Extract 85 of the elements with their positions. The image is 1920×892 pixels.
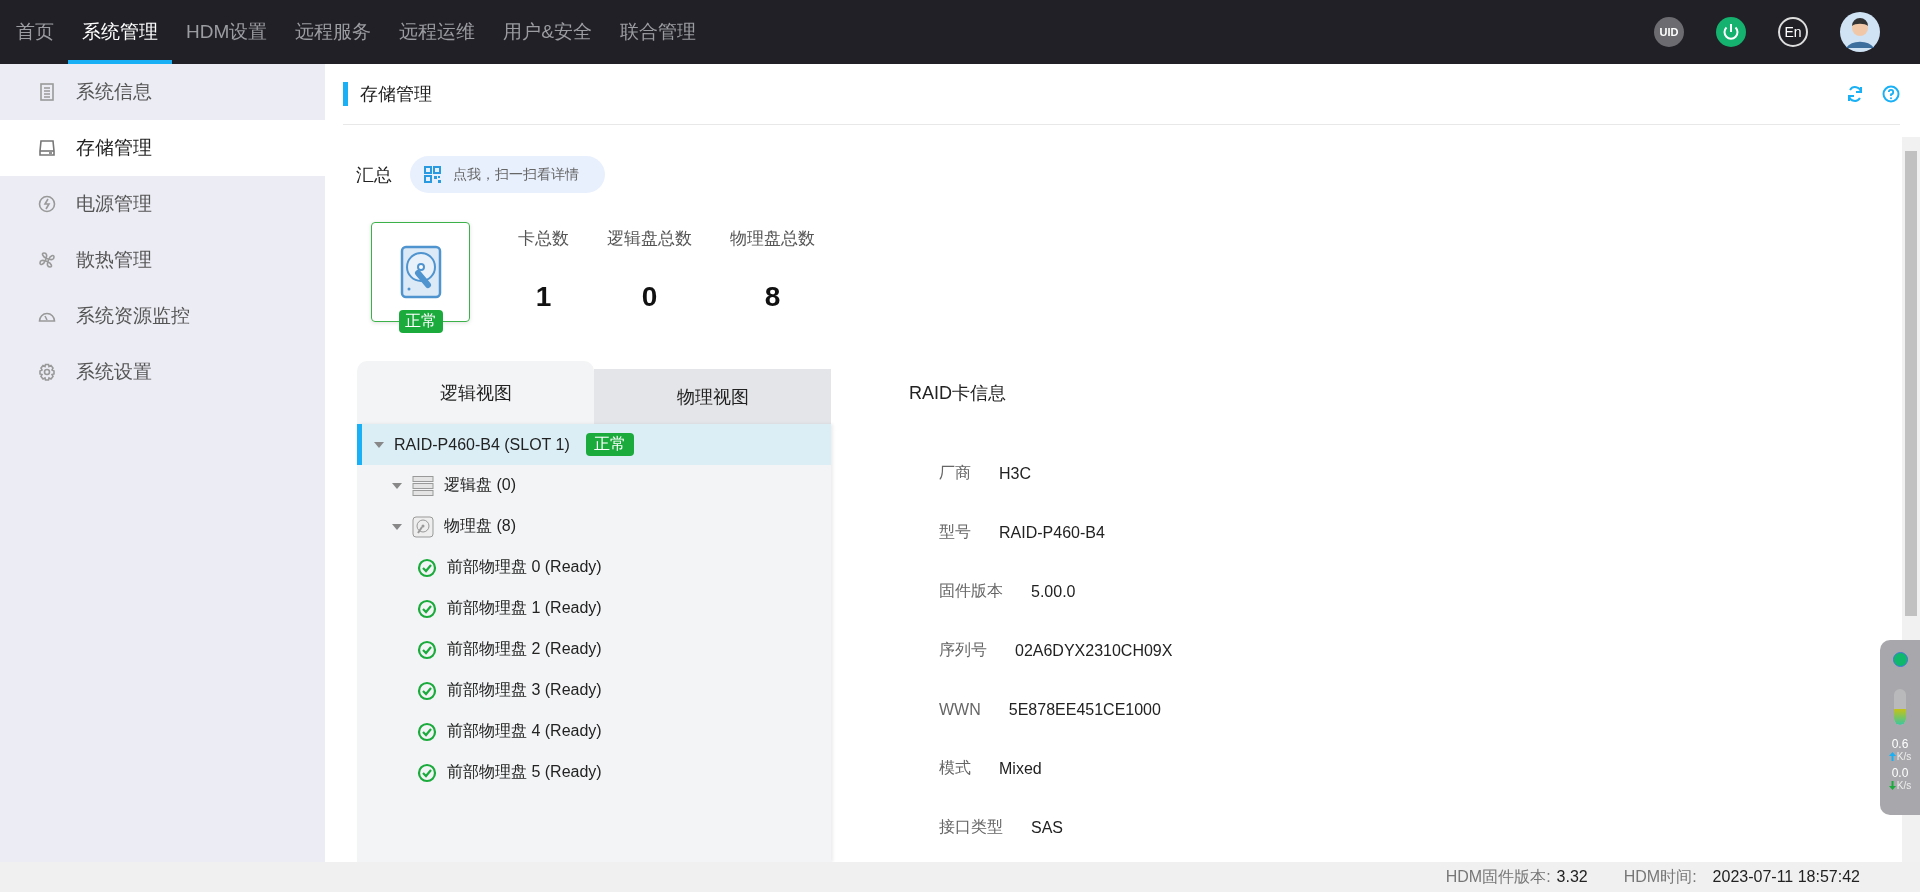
field-value: Mixed — [999, 759, 1042, 778]
scrollbar-thumb[interactable] — [1905, 151, 1917, 616]
caret-down-icon — [374, 440, 384, 449]
power-icon[interactable] — [1716, 17, 1746, 47]
stat-label: 物理盘总数 — [730, 228, 815, 250]
arrow-down-icon — [1888, 781, 1896, 790]
drive-icon — [38, 139, 56, 157]
field-label: 型号 — [939, 522, 971, 542]
check-circle-icon — [417, 639, 437, 660]
stat-value: 0 — [641, 281, 658, 313]
nav-tab[interactable]: 首页 — [2, 0, 68, 64]
fan-icon — [38, 251, 56, 269]
section-title: 汇总 — [356, 163, 392, 187]
field-value: 02A6DYX2310CH09X — [1015, 641, 1173, 660]
memory-meter — [1894, 689, 1906, 725]
tree-node[interactable]: 前部物理盘 5 (Ready) — [357, 752, 831, 793]
tree-node[interactable]: 前部物理盘 0 (Ready) — [357, 547, 831, 588]
field-label: 固件版本 — [939, 581, 1003, 601]
firmware-version: 3.32 — [1556, 868, 1588, 886]
field-label: 序列号 — [939, 640, 987, 660]
upload-speed: 0.6 — [1891, 737, 1909, 751]
view-tab[interactable]: 逻辑视图 — [357, 361, 594, 424]
field-value: H3C — [999, 464, 1031, 483]
title-accent-bar — [343, 82, 348, 106]
qr-code-icon — [424, 166, 441, 183]
tree-node[interactable]: 前部物理盘 4 (Ready) — [357, 711, 831, 752]
status-badge: 正常 — [398, 310, 443, 333]
page-title: 存储管理 — [360, 83, 432, 106]
check-circle-icon — [417, 680, 437, 701]
document-icon — [38, 83, 56, 101]
nav-tab[interactable]: 远程运维 — [385, 0, 490, 64]
sidebar-item[interactable]: 系统资源监控 — [0, 288, 325, 344]
tree-node[interactable]: 逻辑盘 (0) — [357, 465, 831, 506]
section-title: RAID卡信息 — [909, 381, 1007, 405]
arrow-up-icon — [1888, 752, 1896, 761]
settings-icon — [38, 363, 56, 381]
field-label: 接口类型 — [939, 817, 1003, 837]
sidebar-item[interactable]: 电源管理 — [0, 176, 325, 232]
refresh-icon[interactable] — [1846, 85, 1864, 103]
tree-node[interactable]: 前部物理盘 3 (Ready) — [357, 670, 831, 711]
stat-value: 8 — [764, 281, 781, 313]
check-circle-icon — [417, 721, 437, 742]
status-badge: 正常 — [585, 433, 634, 456]
nav-tab[interactable]: HDM设置 — [172, 0, 282, 64]
field-label: 厂商 — [939, 463, 971, 483]
nav-tab[interactable]: 联合管理 — [605, 0, 710, 64]
stat-value: 1 — [535, 281, 552, 313]
firmware-label: HDM固件版本: — [1445, 866, 1551, 887]
field-value: 5.00.0 — [1031, 582, 1076, 601]
stat-label: 卡总数 — [518, 228, 569, 250]
tree-node[interactable]: RAID-P460-B4 (SLOT 1) 正常 — [357, 424, 831, 465]
bolt-circle-icon — [38, 195, 56, 213]
download-speed: 0.0 — [1891, 766, 1909, 780]
language-button[interactable]: En — [1778, 17, 1808, 47]
scan-hint-button[interactable]: 点我，扫一扫看详情 — [410, 156, 605, 193]
hdm-time: 2023-07-11 18:57:42 — [1712, 868, 1860, 886]
upload-unit: K/s — [1896, 751, 1912, 762]
stat-label: 逻辑盘总数 — [607, 228, 692, 250]
server-stack-icon — [412, 474, 434, 497]
check-circle-icon — [417, 762, 437, 783]
caret-down-icon — [392, 522, 402, 531]
sidebar-item[interactable]: 存储管理 — [0, 120, 325, 176]
check-circle-icon — [417, 598, 437, 619]
sidebar-item[interactable]: 系统信息 — [0, 64, 325, 120]
download-unit: K/s — [1896, 780, 1912, 791]
uid-button[interactable]: UID — [1654, 17, 1684, 47]
nav-tab[interactable]: 用户&安全 — [489, 0, 606, 64]
field-label: 模式 — [939, 758, 971, 778]
field-value: 5E878EE451CE1000 — [1008, 700, 1161, 719]
field-value: SAS — [1031, 818, 1063, 837]
tree-node[interactable]: 前部物理盘 1 (Ready) — [357, 588, 831, 629]
time-label: HDM时间: — [1623, 866, 1697, 887]
check-circle-icon — [417, 557, 437, 578]
tree-node[interactable]: 物理盘 (8) — [357, 506, 831, 547]
field-value: RAID-P460-B4 — [999, 523, 1105, 542]
caret-down-icon — [392, 481, 402, 490]
status-dot — [1892, 652, 1908, 667]
nav-tab[interactable]: 远程服务 — [281, 0, 386, 64]
help-icon[interactable] — [1882, 85, 1900, 103]
view-tab[interactable]: 物理视图 — [594, 369, 831, 424]
sidebar-item[interactable]: 系统设置 — [0, 344, 325, 400]
avatar[interactable] — [1840, 12, 1880, 52]
tree-node[interactable]: 前部物理盘 2 (Ready) — [357, 629, 831, 670]
field-label: WWN — [939, 700, 981, 719]
sidebar-item[interactable]: 散热管理 — [0, 232, 325, 288]
